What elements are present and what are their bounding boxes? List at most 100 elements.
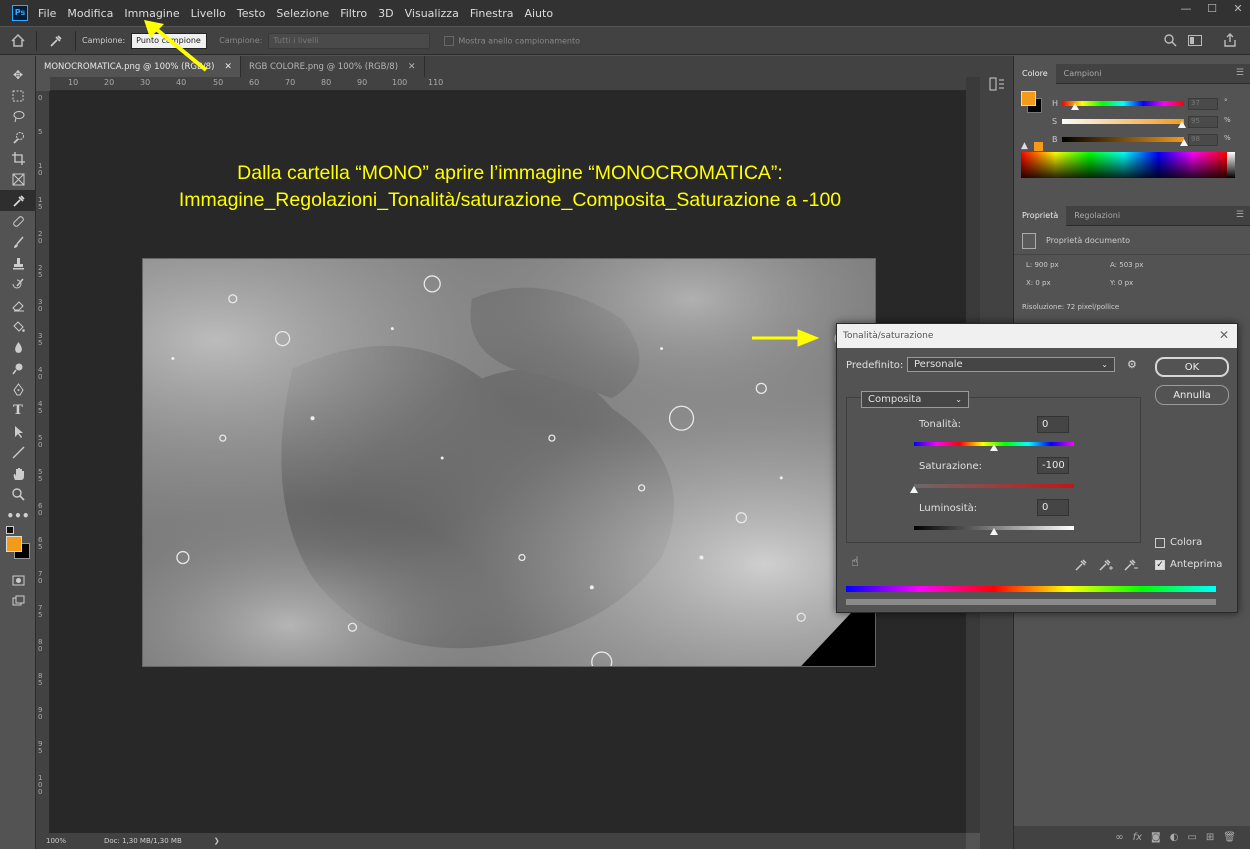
path-selection-icon[interactable]: [0, 421, 36, 442]
tab-campioni[interactable]: Campioni: [1056, 64, 1110, 84]
zoom-tool-icon[interactable]: [0, 484, 36, 505]
dialog-titlebar[interactable]: Tonalità/saturazione ✕: [837, 324, 1237, 348]
group-folder-icon[interactable]: ▭: [1187, 832, 1196, 843]
tab-regolazioni[interactable]: Regolazioni: [1066, 206, 1128, 226]
saturation-track[interactable]: [914, 484, 1074, 488]
close-window-button[interactable]: ✕: [1226, 0, 1250, 18]
spectrum-bw[interactable]: [1227, 152, 1235, 178]
cancel-button[interactable]: Annulla: [1155, 385, 1229, 405]
blur-tool-icon[interactable]: [0, 337, 36, 358]
mask-icon[interactable]: ◙: [1151, 832, 1161, 843]
h-thumb[interactable]: [1071, 103, 1079, 110]
eyedropper-minus-icon[interactable]: [1124, 556, 1138, 575]
foreground-color-swatch[interactable]: [6, 536, 22, 552]
tab-rgb-colore[interactable]: RGB COLORE.png @ 100% (RGB/8) ✕: [241, 56, 425, 77]
eraser-tool-icon[interactable]: [0, 295, 36, 316]
share-icon[interactable]: [1224, 33, 1236, 49]
sample-layers-select[interactable]: Tutti i livelli: [268, 32, 431, 49]
preset-select[interactable]: Personale ⌄: [907, 357, 1115, 372]
quick-selection-tool-icon[interactable]: [0, 127, 36, 148]
gamut-color-swatch[interactable]: [1034, 142, 1043, 151]
maximize-button[interactable]: ☐: [1200, 0, 1224, 18]
trash-icon[interactable]: 🗑: [1223, 832, 1236, 843]
pen-tool-icon[interactable]: [0, 379, 36, 400]
brush-tool-icon[interactable]: [0, 232, 36, 253]
status-menu-arrow-icon[interactable]: ❯: [214, 837, 220, 845]
s-thumb[interactable]: [1178, 121, 1186, 128]
menu-file[interactable]: File: [38, 7, 56, 20]
fx-icon[interactable]: fx: [1133, 832, 1142, 843]
panel-foreground-swatch[interactable]: [1021, 91, 1036, 106]
h-value[interactable]: 37: [1188, 98, 1218, 110]
default-colors-icon[interactable]: [6, 526, 14, 534]
eyedropper-plus-icon[interactable]: [1099, 556, 1113, 575]
tab-monocromatica[interactable]: MONOCROMATICA.png @ 100% (RGB/8) ✕: [36, 56, 241, 77]
menu-finestra[interactable]: Finestra: [470, 7, 514, 20]
hue-input[interactable]: 0: [1037, 416, 1069, 433]
new-layer-icon[interactable]: ⊞: [1206, 832, 1214, 843]
menu-aiuto[interactable]: Aiuto: [524, 7, 553, 20]
history-brush-icon[interactable]: [0, 274, 36, 295]
dodge-tool-icon[interactable]: [0, 358, 36, 379]
hand-tool-icon[interactable]: [0, 463, 36, 484]
frame-tool-icon[interactable]: [0, 169, 36, 190]
more-tools-icon[interactable]: •••: [0, 505, 36, 526]
screen-mode-icon[interactable]: [0, 591, 36, 612]
clone-stamp-icon[interactable]: [0, 253, 36, 274]
saturation-input[interactable]: -100: [1037, 457, 1069, 474]
settings-gear-icon[interactable]: ⚙: [1127, 358, 1137, 371]
history-panel-icon[interactable]: [989, 76, 1005, 95]
search-icon[interactable]: [1164, 34, 1177, 49]
eyedropper-icon[interactable]: [1075, 556, 1087, 575]
lasso-tool-icon[interactable]: [0, 106, 36, 127]
quick-mask-icon[interactable]: [0, 570, 36, 591]
move-tool-icon[interactable]: ✥: [0, 64, 36, 85]
workspace-icon[interactable]: [1188, 35, 1202, 48]
hue-slider-thumb[interactable]: [990, 444, 998, 451]
panel-menu-icon[interactable]: ☰: [1236, 68, 1244, 78]
eyedropper-tool-icon[interactable]: [36, 30, 76, 51]
marquee-tool-icon[interactable]: [0, 85, 36, 106]
type-tool-icon[interactable]: T: [0, 400, 36, 421]
tab-proprieta[interactable]: Proprietà: [1014, 205, 1067, 226]
paint-bucket-icon[interactable]: [0, 316, 36, 337]
line-tool-icon[interactable]: [0, 442, 36, 463]
adjustment-layer-icon[interactable]: ◐: [1170, 832, 1179, 843]
show-ring-checkbox[interactable]: [444, 35, 455, 46]
targeted-adjust-hand-icon[interactable]: ☝: [851, 555, 859, 570]
menu-modifica[interactable]: Modifica: [67, 7, 113, 20]
eyedropper-icon[interactable]: [0, 190, 36, 211]
saturation-ramp[interactable]: [1062, 119, 1184, 124]
panel-menu-icon[interactable]: ☰: [1236, 210, 1244, 220]
zoom-level[interactable]: 100%: [46, 837, 104, 845]
menu-selezione[interactable]: Selezione: [276, 7, 329, 20]
menu-testo[interactable]: Testo: [237, 7, 265, 20]
colorize-checkbox[interactable]: [1155, 538, 1165, 548]
brightness-ramp[interactable]: [1062, 137, 1184, 142]
channel-select[interactable]: Composita ⌄: [861, 391, 969, 408]
b-value[interactable]: 98: [1188, 134, 1218, 146]
close-icon[interactable]: ✕: [224, 62, 232, 72]
lightness-input[interactable]: 0: [1037, 499, 1069, 516]
s-value[interactable]: 95: [1188, 116, 1218, 128]
ok-button[interactable]: OK: [1155, 357, 1229, 377]
dialog-close-icon[interactable]: ✕: [1219, 328, 1229, 342]
healing-brush-icon[interactable]: [0, 211, 36, 232]
menu-3d[interactable]: 3D: [378, 7, 393, 20]
menu-visualizza[interactable]: Visualizza: [405, 7, 459, 20]
close-icon[interactable]: ✕: [408, 62, 416, 72]
menu-filtro[interactable]: Filtro: [340, 7, 367, 20]
home-icon[interactable]: [0, 34, 36, 47]
color-spectrum[interactable]: [1021, 152, 1227, 178]
crop-tool-icon[interactable]: [0, 148, 36, 169]
gamut-warning-icon[interactable]: ▲: [1021, 141, 1028, 151]
saturation-slider-thumb[interactable]: [910, 486, 918, 493]
lightness-slider-thumb[interactable]: [990, 528, 998, 535]
link-layers-icon[interactable]: ∞: [1115, 832, 1123, 843]
hue-ramp[interactable]: [1062, 101, 1184, 106]
minimize-button[interactable]: —: [1174, 0, 1198, 18]
b-thumb[interactable]: [1180, 139, 1188, 146]
color-swatches[interactable]: [0, 526, 36, 570]
show-ring-option[interactable]: Mostra anello campionamento: [444, 35, 580, 46]
tab-colore[interactable]: Colore: [1014, 63, 1056, 84]
